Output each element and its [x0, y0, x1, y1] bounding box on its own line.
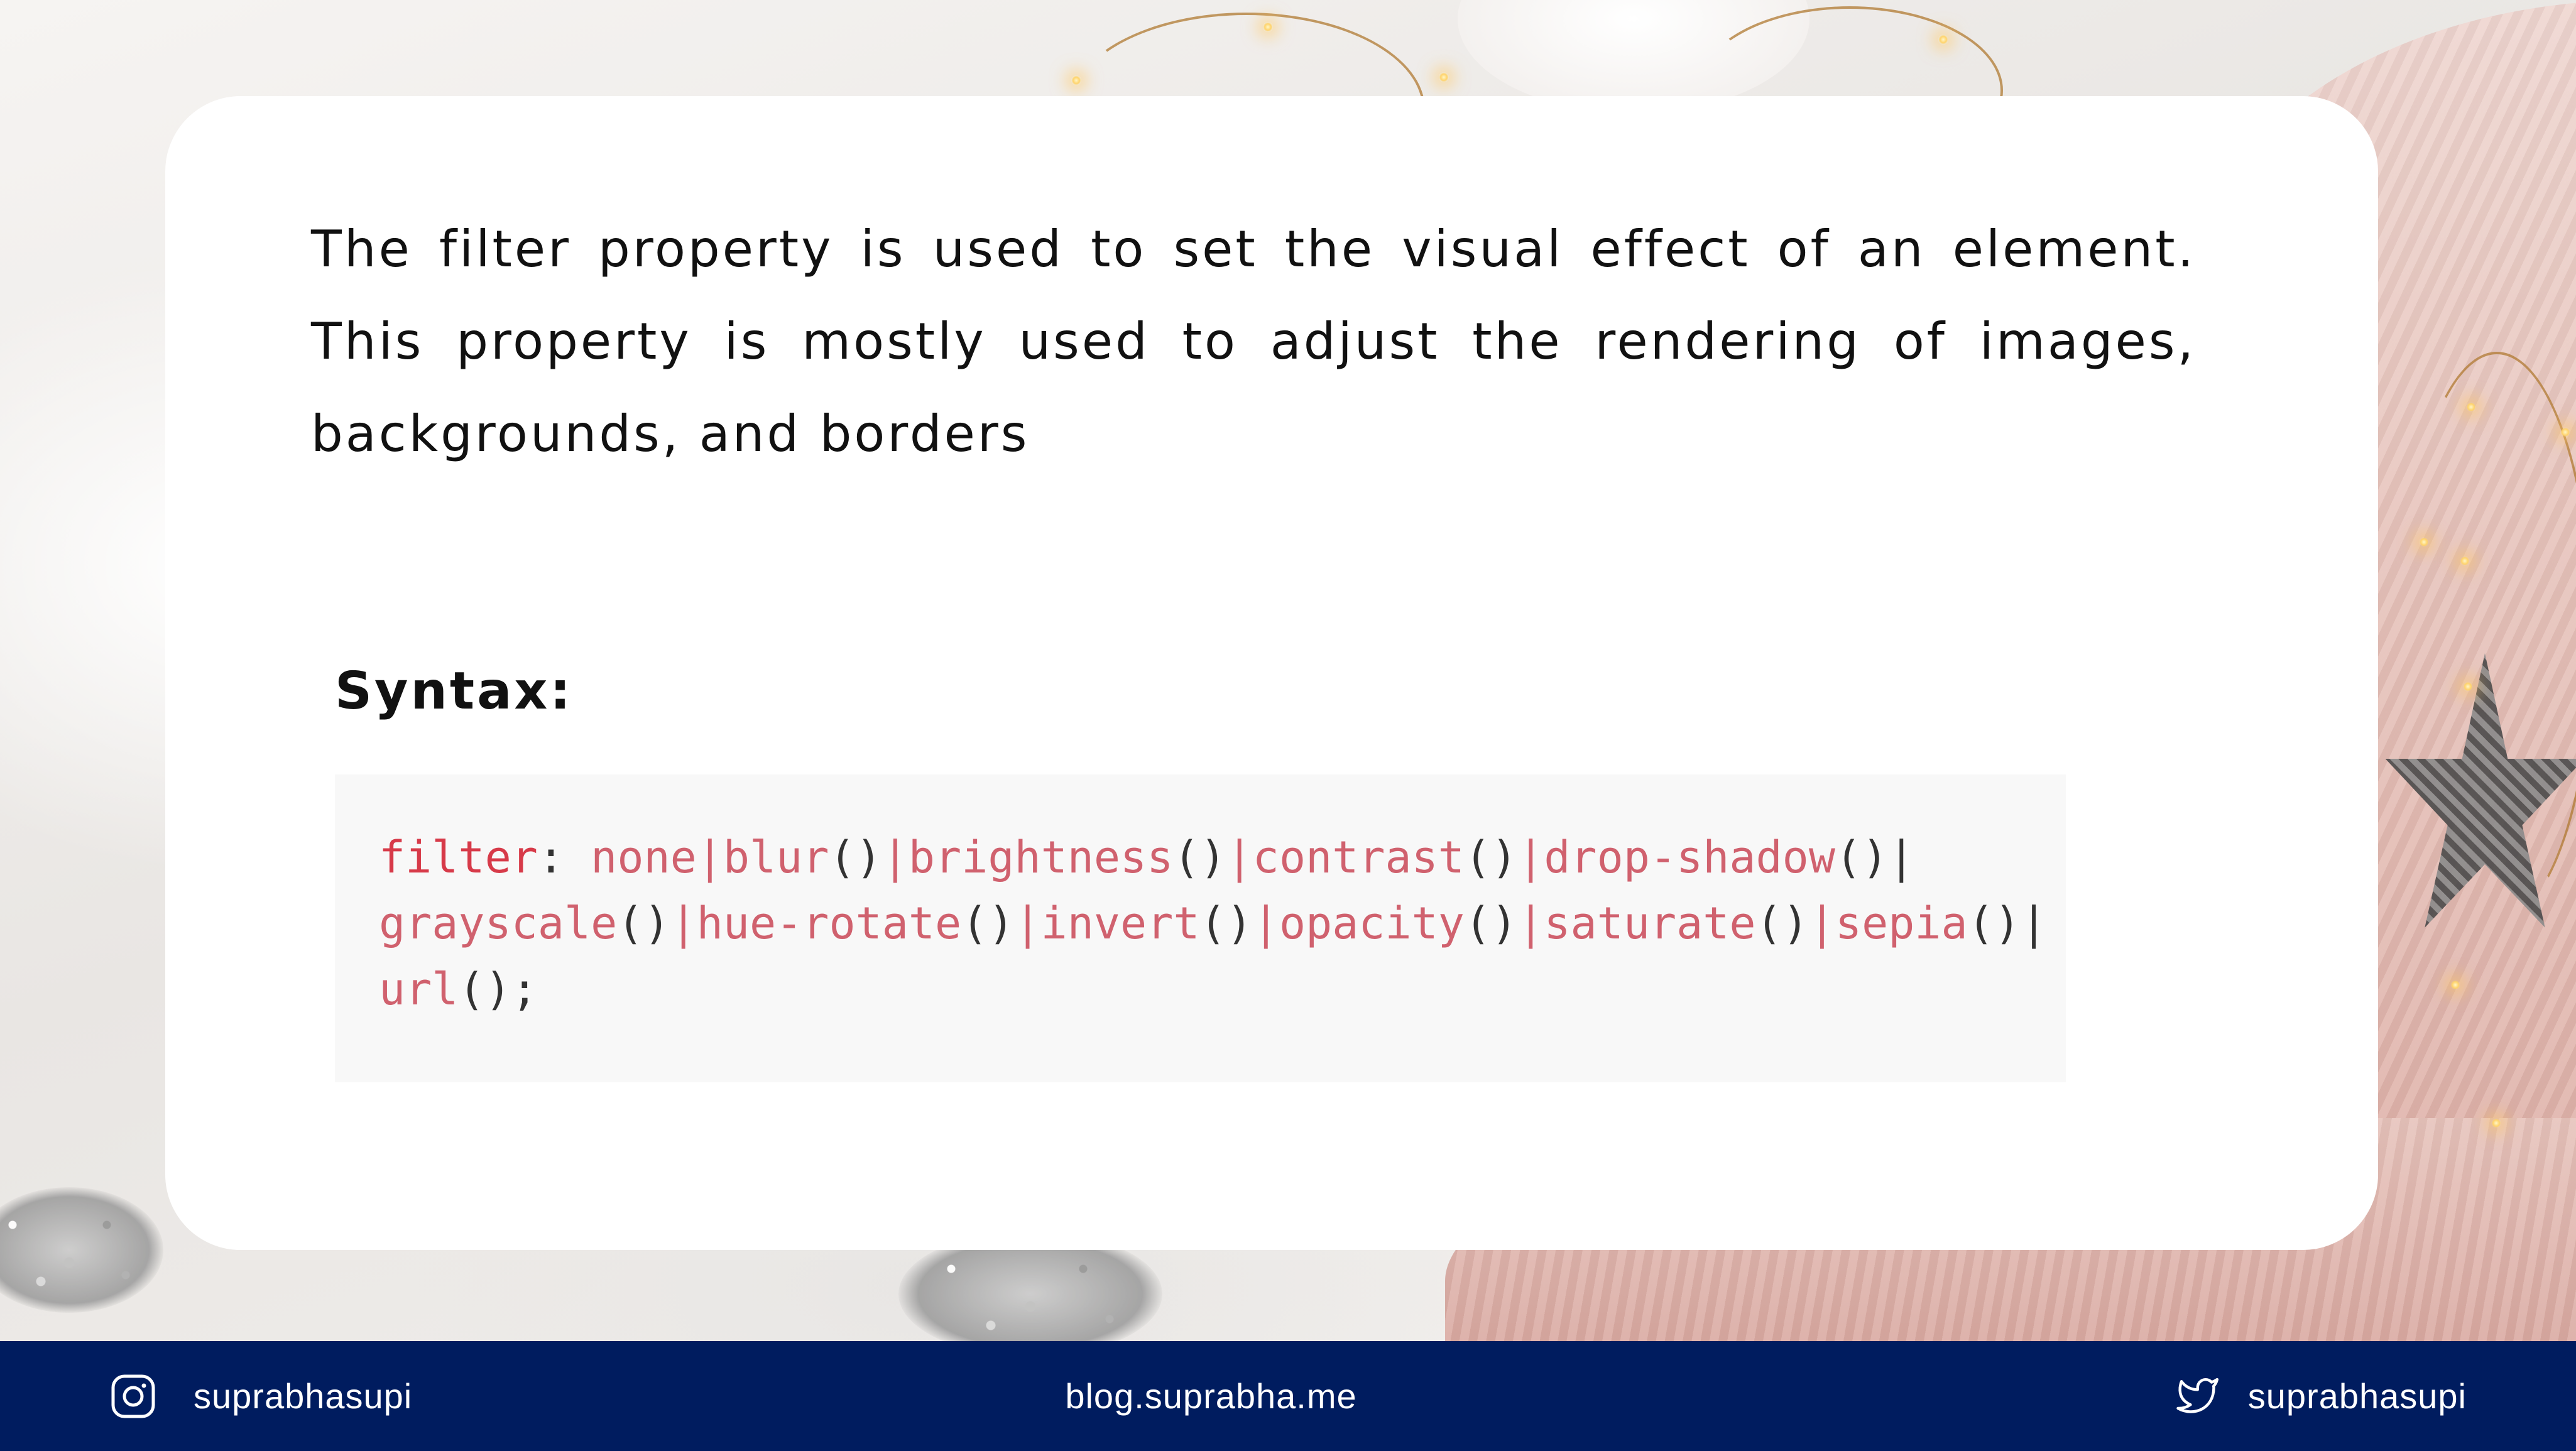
code-token: |sepia [1808, 898, 1968, 949]
code-token: |saturate [1517, 898, 1756, 949]
blog-link-container: blog.suprabha.me [0, 1341, 2422, 1451]
code-token: grayscale [379, 898, 618, 949]
content-card: The filter property is used to set the v… [165, 96, 2378, 1250]
fairy-light [1938, 35, 1948, 45]
fairy-light [2466, 402, 2476, 412]
fairy-light [1071, 75, 1081, 85]
code-token: |hue-rotate [670, 898, 962, 949]
code-token: : [537, 832, 591, 883]
blog-link[interactable]: blog.suprabha.me [1065, 1376, 1356, 1416]
code-block: filter: none|blur()|brightness()|contras… [335, 774, 2066, 1082]
code-token: () [1755, 898, 1809, 949]
fairy-light [2491, 1118, 2501, 1128]
fairy-light [2463, 682, 2473, 692]
twitter-link[interactable]: suprabhasupi [2171, 1341, 2467, 1451]
fairy-light [1439, 72, 1449, 82]
fairy-light [1263, 22, 1273, 32]
code-token: () [1199, 898, 1253, 949]
code-token: (); [458, 964, 538, 1015]
code-token: ()| [1967, 898, 2048, 949]
code-line: filter: none|blur()|brightness()|contras… [379, 832, 1914, 883]
fairy-light [2419, 537, 2429, 547]
code-token: |opacity [1252, 898, 1465, 949]
code-token: |brightness [881, 832, 1174, 883]
fairy-light [2560, 427, 2570, 437]
code-token: () [961, 898, 1015, 949]
code-token: none|blur [591, 832, 829, 883]
twitter-icon [2176, 1378, 2219, 1413]
code-token: |contrast [1226, 832, 1465, 883]
code-token: |drop-shadow [1517, 832, 1835, 883]
code-token: url [379, 964, 459, 1015]
code-token: filter [379, 832, 538, 883]
code-token: () [829, 832, 882, 883]
filter-description: The filter property is used to set the v… [311, 220, 2196, 463]
fairy-light [2460, 556, 2470, 566]
code-token: ()| [1835, 832, 1915, 883]
code-token: () [617, 898, 670, 949]
code-line: grayscale()|hue-rotate()|invert()|opacit… [379, 898, 2047, 949]
code-token: () [1464, 832, 1518, 883]
code-token: () [1173, 832, 1226, 883]
code-token: |invert [1014, 898, 1200, 949]
syntax-heading: Syntax: [335, 661, 574, 721]
code-line: url(); [379, 964, 538, 1015]
footer-bar: suprabhasupi blog.suprabha.me suprabhasu… [0, 1341, 2576, 1451]
twitter-handle: suprabhasupi [2247, 1376, 2467, 1416]
fairy-light [2450, 980, 2460, 990]
code-token: () [1464, 898, 1518, 949]
